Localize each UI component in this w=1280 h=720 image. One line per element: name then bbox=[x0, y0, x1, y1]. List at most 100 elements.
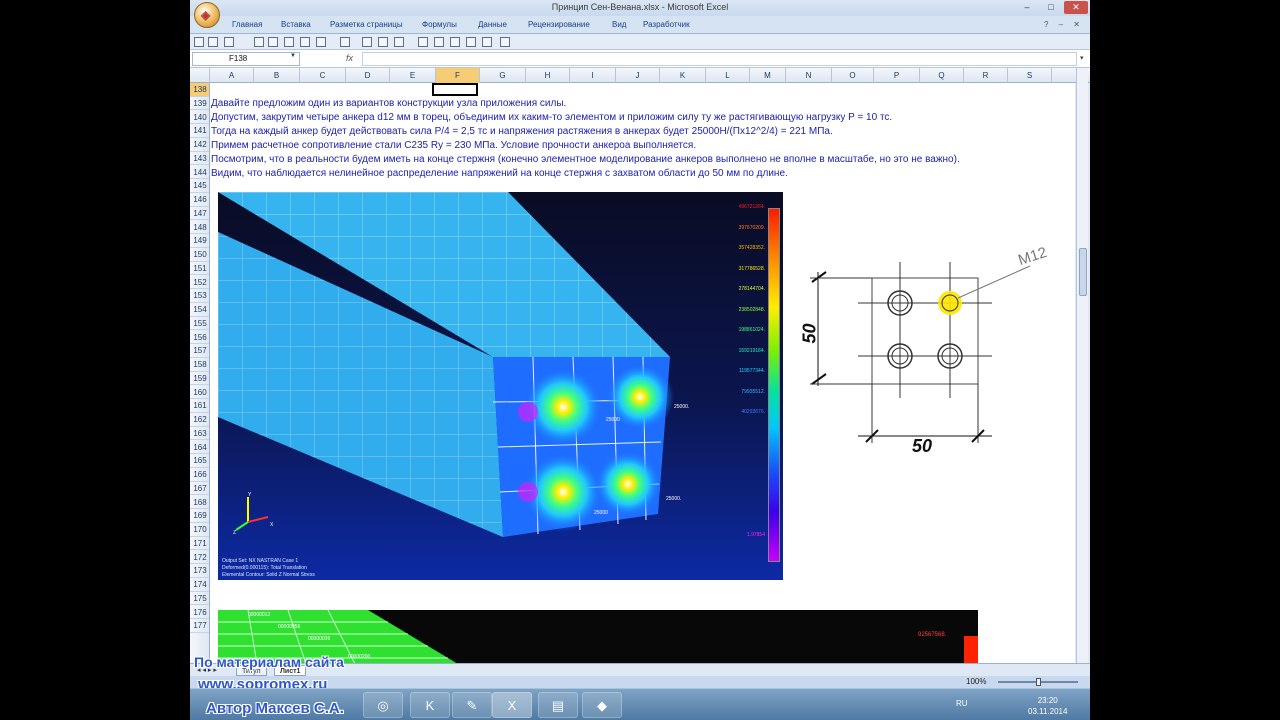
row-header[interactable]: 174 bbox=[190, 578, 209, 592]
row-header[interactable]: 139 bbox=[190, 97, 209, 111]
row-header[interactable]: 138 bbox=[190, 83, 209, 97]
maximize-button[interactable]: □ bbox=[1040, 1, 1062, 14]
row-header[interactable]: 146 bbox=[190, 193, 209, 207]
tab-developer[interactable]: Разработчик bbox=[643, 20, 690, 29]
kaspersky-icon[interactable]: K bbox=[410, 692, 450, 718]
column-header-f[interactable]: F bbox=[436, 68, 480, 83]
tab-home[interactable]: Главная bbox=[232, 20, 262, 29]
column-header-o[interactable]: O bbox=[832, 68, 874, 83]
row-header[interactable]: 170 bbox=[190, 523, 209, 537]
row-header[interactable]: 168 bbox=[190, 496, 209, 510]
fea-stress-image[interactable]: 25000. 25000 25000. 25000 Y Z X Output S… bbox=[218, 192, 783, 580]
chart-icon[interactable] bbox=[378, 37, 388, 47]
column-header-r[interactable]: R bbox=[964, 68, 1008, 83]
row-header[interactable]: 176 bbox=[190, 606, 209, 620]
column-header-e[interactable]: E bbox=[390, 68, 436, 83]
row-header[interactable]: 157 bbox=[190, 344, 209, 358]
zoom-slider-thumb[interactable] bbox=[1036, 678, 1041, 686]
merge-icon[interactable] bbox=[300, 37, 310, 47]
row-header[interactable]: 161 bbox=[190, 399, 209, 413]
print-icon[interactable] bbox=[418, 37, 428, 47]
row-header[interactable]: 149 bbox=[190, 234, 209, 248]
column-header-g[interactable]: G bbox=[480, 68, 526, 83]
column-header-c[interactable]: C bbox=[300, 68, 346, 83]
formula-input[interactable] bbox=[362, 52, 1077, 66]
row-header[interactable]: 159 bbox=[190, 372, 209, 386]
row-header[interactable]: 167 bbox=[190, 482, 209, 496]
border-icon[interactable] bbox=[254, 37, 264, 47]
column-header-h[interactable]: H bbox=[526, 68, 570, 83]
select-all-corner[interactable] bbox=[190, 68, 210, 83]
customize-icon[interactable] bbox=[500, 37, 510, 47]
row-header[interactable]: 163 bbox=[190, 427, 209, 441]
preview-icon[interactable] bbox=[434, 37, 444, 47]
row-header[interactable]: 164 bbox=[190, 441, 209, 455]
column-header-i[interactable]: I bbox=[570, 68, 616, 83]
row-header[interactable]: 153 bbox=[190, 289, 209, 303]
row-header[interactable]: 166 bbox=[190, 468, 209, 482]
name-box-dropdown-icon[interactable]: ▼ bbox=[290, 53, 296, 59]
undo-icon[interactable] bbox=[208, 37, 218, 47]
column-header-p[interactable]: P bbox=[874, 68, 920, 83]
row-header[interactable]: 143 bbox=[190, 152, 209, 166]
table-icon[interactable] bbox=[284, 37, 294, 47]
row-header[interactable]: 172 bbox=[190, 551, 209, 565]
row-header[interactable]: 158 bbox=[190, 358, 209, 372]
camera-app-icon[interactable]: ◆ bbox=[582, 692, 622, 718]
column-header-m[interactable]: M bbox=[750, 68, 786, 83]
row-header[interactable]: 165 bbox=[190, 454, 209, 468]
row-header[interactable]: 177 bbox=[190, 619, 209, 633]
clock[interactable]: 23:20 03.11.2014 bbox=[1028, 695, 1067, 717]
tab-page-layout[interactable]: Разметка страницы bbox=[330, 20, 403, 29]
pointer-icon[interactable] bbox=[482, 37, 492, 47]
name-box[interactable]: F138 bbox=[192, 52, 300, 66]
vertical-scrollbar[interactable] bbox=[1076, 68, 1088, 663]
save-icon[interactable] bbox=[194, 37, 204, 47]
notes-app-icon[interactable]: ▤ bbox=[538, 692, 578, 718]
row-header[interactable]: 152 bbox=[190, 276, 209, 290]
row-header[interactable]: 155 bbox=[190, 317, 209, 331]
chrome-icon[interactable]: ◎ bbox=[363, 692, 403, 718]
row-header[interactable]: 162 bbox=[190, 413, 209, 427]
minimize-button[interactable]: – bbox=[1016, 1, 1038, 14]
column-header-l[interactable]: L bbox=[706, 68, 750, 83]
row-header[interactable]: 145 bbox=[190, 179, 209, 193]
language-indicator[interactable]: RU bbox=[956, 699, 968, 708]
column-header-s[interactable]: S bbox=[1008, 68, 1052, 83]
column-header-n[interactable]: N bbox=[786, 68, 832, 83]
row-header[interactable]: 140 bbox=[190, 111, 209, 125]
row-header[interactable]: 141 bbox=[190, 124, 209, 138]
paint-app-icon[interactable]: ✎ bbox=[452, 692, 492, 718]
copy-icon[interactable] bbox=[316, 37, 326, 47]
tab-formulas[interactable]: Формулы bbox=[422, 20, 457, 29]
format-painter-icon[interactable] bbox=[450, 37, 460, 47]
row-header[interactable]: 175 bbox=[190, 592, 209, 606]
office-button[interactable]: ◈ bbox=[194, 2, 220, 28]
picture-icon[interactable] bbox=[362, 37, 372, 47]
row-header[interactable]: 160 bbox=[190, 386, 209, 400]
column-header-j[interactable]: J bbox=[616, 68, 660, 83]
zoom-icon[interactable] bbox=[466, 37, 476, 47]
scrollbar-thumb[interactable] bbox=[1079, 248, 1087, 296]
ribbon-help-icons[interactable]: ? – ✕ bbox=[1044, 20, 1084, 29]
tab-insert[interactable]: Вставка bbox=[281, 20, 311, 29]
tab-data[interactable]: Данные bbox=[478, 20, 507, 29]
row-header[interactable]: 147 bbox=[190, 207, 209, 221]
row-header[interactable]: 151 bbox=[190, 262, 209, 276]
tab-review[interactable]: Рецензирование bbox=[528, 20, 590, 29]
row-header[interactable]: 173 bbox=[190, 564, 209, 578]
fx-icon[interactable]: fx bbox=[346, 53, 353, 63]
worksheet-grid[interactable]: Давайте предложим один из вариантов конс… bbox=[210, 83, 1075, 663]
row-header[interactable]: 169 bbox=[190, 509, 209, 523]
column-header-k[interactable]: K bbox=[660, 68, 706, 83]
tab-view[interactable]: Вид bbox=[612, 20, 626, 29]
close-button[interactable]: ✕ bbox=[1064, 1, 1088, 14]
redo-icon[interactable] bbox=[224, 37, 234, 47]
row-header[interactable]: 171 bbox=[190, 537, 209, 551]
column-header-q[interactable]: Q bbox=[920, 68, 964, 83]
row-header[interactable]: 154 bbox=[190, 303, 209, 317]
row-header[interactable]: 148 bbox=[190, 221, 209, 235]
row-header[interactable]: 156 bbox=[190, 331, 209, 345]
row-header[interactable]: 144 bbox=[190, 166, 209, 180]
column-header-d[interactable]: D bbox=[346, 68, 390, 83]
